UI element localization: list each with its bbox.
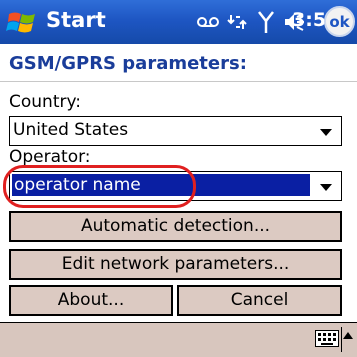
- country-value: United States: [13, 120, 129, 140]
- windows-start-icon[interactable]: [6, 6, 38, 38]
- chevron-down-icon[interactable]: [320, 129, 332, 136]
- title-bar: Start 3:52 ok: [0, 0, 357, 44]
- highlight-ring: [3, 165, 196, 208]
- about-label: About...: [57, 290, 125, 310]
- edit-network-parameters-button[interactable]: Edit network parameters...: [9, 249, 342, 280]
- country-dropdown[interactable]: United States: [9, 116, 342, 146]
- keyboard-icon[interactable]: [315, 330, 339, 347]
- about-button[interactable]: About...: [9, 285, 173, 316]
- cancel-button[interactable]: Cancel: [177, 285, 342, 316]
- automatic-detection-button[interactable]: Automatic detection...: [9, 211, 342, 242]
- chevron-down-icon[interactable]: [320, 184, 332, 191]
- connectivity-icon[interactable]: [227, 11, 249, 33]
- page-header: GSM/GPRS parameters:: [0, 44, 357, 82]
- bottom-menu-bar: [0, 322, 357, 357]
- voicemail-icon[interactable]: [197, 15, 219, 29]
- automatic-detection-label: Automatic detection...: [80, 216, 271, 236]
- input-menu-arrow-icon[interactable]: [343, 332, 353, 339]
- operator-label: Operator:: [9, 147, 91, 167]
- country-label: Country:: [9, 92, 82, 112]
- edit-network-parameters-label: Edit network parameters...: [61, 254, 290, 274]
- signal-antenna-icon[interactable]: [257, 10, 275, 34]
- status-icons: [197, 8, 307, 36]
- divider: [341, 327, 342, 352]
- ok-button[interactable]: ok: [324, 6, 355, 37]
- page-title: GSM/GPRS parameters:: [9, 53, 247, 74]
- cancel-label: Cancel: [230, 290, 289, 310]
- window-title[interactable]: Start: [46, 8, 106, 32]
